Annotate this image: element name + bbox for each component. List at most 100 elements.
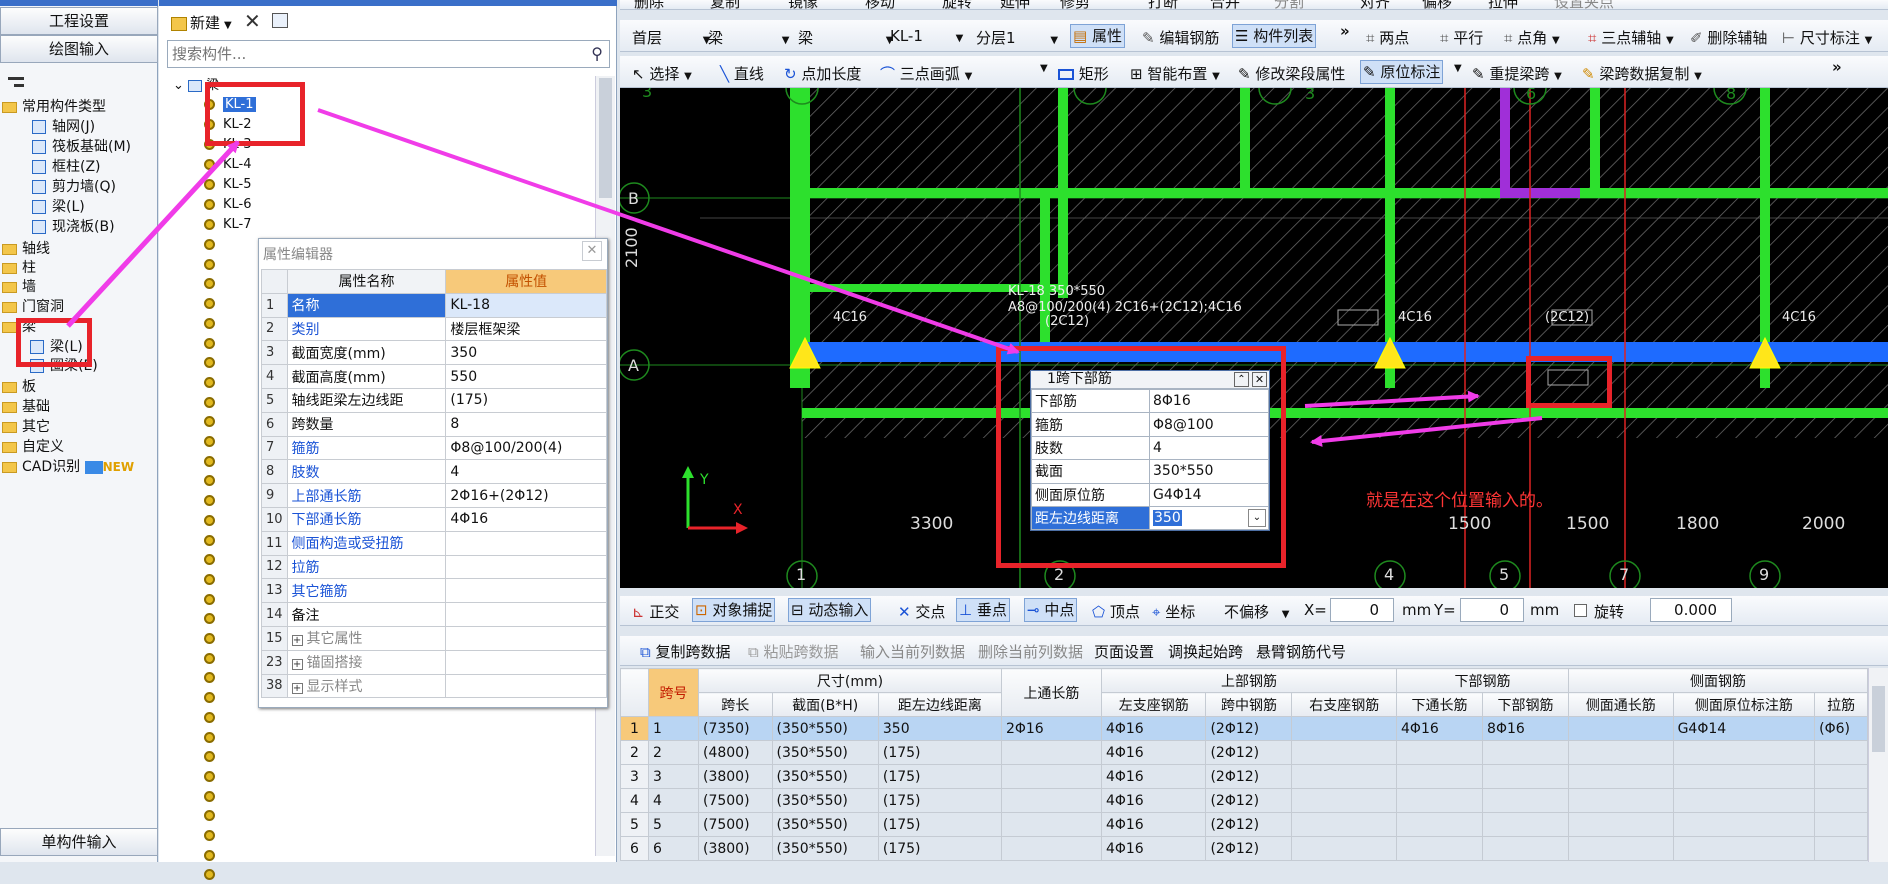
delete-button[interactable]: 删除 (634, 0, 664, 9)
drawing-input-button[interactable]: 绘图输入 (0, 35, 158, 63)
rotate-button[interactable]: 旋转 (942, 0, 972, 9)
property-value[interactable] (445, 554, 607, 580)
col-1[interactable]: 跨长 (698, 692, 773, 717)
three-point-arc-button[interactable]: ⌒ 三点画弧 ▼ (880, 63, 972, 84)
component-item[interactable] (204, 374, 223, 392)
component-item[interactable] (204, 512, 223, 530)
table-row[interactable]: 5 5 (7500) (350*550) (175) 4Φ16 (2Φ12) (620, 812, 1868, 837)
vertex-button[interactable]: ⬠ 顶点 (1092, 601, 1140, 622)
expand-icon[interactable]: + (291, 682, 303, 694)
grid-cell-bot[interactable] (1482, 836, 1570, 861)
col-10[interactable]: 侧面原位标注筋 (1672, 692, 1816, 717)
popup-field-value[interactable]: 4 (1149, 435, 1269, 461)
component-item[interactable] (204, 768, 223, 786)
grid-cell-dist[interactable]: 350 (877, 716, 1002, 741)
grid-cell-right[interactable] (1291, 812, 1398, 837)
paste-span-button[interactable]: ⧉ 粘贴跨数据 (748, 641, 839, 662)
rotate-angle-input[interactable]: 0.000 (1650, 598, 1732, 622)
grid-cell-left[interactable]: 4Φ16 (1100, 716, 1207, 741)
component-item[interactable] (204, 236, 223, 254)
copy-span-button[interactable]: ⧉ 复制跨数据 (640, 641, 731, 662)
select-button[interactable]: ↖ 选择 ▼ (632, 63, 692, 84)
property-row[interactable]: 2 类别 楼层框架梁 (261, 316, 607, 342)
popup-field-value[interactable]: Φ8@100 (1149, 412, 1269, 437)
grid-cell-mid[interactable]: (2Φ12) (1205, 812, 1293, 837)
tree-door-window[interactable]: 门窗洞 (2, 298, 64, 317)
grid-scrollbar[interactable] (1868, 668, 1888, 862)
reextract-span-button[interactable]: ✎ 重提梁跨 ▼ (1472, 63, 1562, 84)
three-point-aux-button[interactable]: ⌗ 三点辅轴 ▼ (1588, 27, 1674, 48)
col-4[interactable]: 左支座钢筋 (1100, 692, 1207, 717)
component-item[interactable] (204, 472, 223, 490)
grid-cell-tie[interactable] (1814, 788, 1868, 813)
grid-cell-span[interactable]: 2 (648, 740, 699, 765)
tree-item-axis-grid[interactable]: 轴网(J) (32, 118, 95, 137)
tree-other[interactable]: 其它 (2, 418, 50, 437)
property-value[interactable]: 8 (445, 411, 607, 437)
property-row[interactable]: 10 下部通长筋 4Φ16 (261, 506, 607, 532)
grid-cell-bthru[interactable]: 4Φ16 (1396, 716, 1484, 741)
point-length-button[interactable]: ↻ 点加长度 (784, 63, 861, 84)
table-row[interactable]: 1 1 (7350) (350*550) 350 2Φ16 4Φ16 (2Φ12) 4Φ16 8Φ… (620, 716, 1868, 741)
grid-cell-mid[interactable]: (2Φ12) (1205, 788, 1293, 813)
component-item[interactable] (204, 335, 223, 353)
expand-icon[interactable]: + (291, 635, 303, 647)
popup-field-value[interactable]: 8Φ16 (1149, 388, 1269, 414)
component-item-kl-5[interactable]: KL-5 (204, 176, 252, 194)
grid-cell-tie[interactable] (1814, 740, 1868, 765)
point-angle-button[interactable]: ⌗ 点角 ▼ (1504, 27, 1560, 48)
offset-select[interactable]: 不偏移 ▼ (1224, 601, 1290, 622)
grid-cell-top[interactable] (1000, 812, 1102, 837)
grid-cell-sthru[interactable] (1568, 740, 1674, 765)
scrollbar-thumb[interactable] (599, 78, 612, 198)
grid-cell-tie[interactable] (1814, 812, 1868, 837)
grid-cell-dist[interactable]: (175) (877, 788, 1002, 813)
grid-cell-right[interactable] (1291, 740, 1398, 765)
component-item[interactable] (204, 394, 223, 412)
popup-field-value[interactable]: G4Φ14 (1149, 482, 1269, 507)
coordinate-button[interactable]: ⌖ 坐标 (1152, 601, 1195, 622)
grid-cell-sthru[interactable] (1568, 716, 1674, 741)
y-coordinate-input[interactable]: 0 (1460, 598, 1524, 622)
original-mark-button[interactable]: ✎ 原位标注 (1360, 60, 1444, 84)
tree-item-shear-wall[interactable]: 剪力墙(Q) (32, 178, 116, 197)
grid-cell-len[interactable]: (7500) (698, 812, 773, 837)
swap-start-span-button[interactable]: 调换起始跨 (1168, 641, 1243, 662)
component-item-kl-4[interactable]: KL-4 (204, 156, 252, 174)
property-row[interactable]: 12 拉筋 (261, 554, 607, 580)
component-item[interactable] (204, 354, 223, 372)
popup-row[interactable]: 下部筋 8Φ16 (1031, 388, 1269, 414)
col-top-through[interactable]: 上通长筋 (1000, 668, 1102, 717)
break-button[interactable]: 打断 (1148, 0, 1178, 9)
component-item[interactable] (204, 866, 223, 884)
col-11[interactable]: 拉筋 (1814, 692, 1868, 717)
tree-cad-recognition[interactable]: CAD识别 NEW (2, 458, 134, 477)
tree-column[interactable]: 柱 (2, 259, 36, 278)
component-item[interactable] (204, 571, 223, 589)
component-item[interactable] (204, 433, 223, 451)
two-point-aux-button[interactable]: ⌗ 两点 (1366, 27, 1409, 48)
popup-row[interactable]: 肢数 4 (1031, 435, 1269, 461)
chevron-down-icon[interactable]: ⌄ (1248, 508, 1266, 527)
close-icon[interactable]: ✕ (582, 241, 602, 261)
tree-item-raft[interactable]: 筏板基础(M) (32, 138, 131, 157)
grid-cell-mid[interactable]: (2Φ12) (1205, 836, 1293, 861)
component-item[interactable] (204, 532, 223, 550)
delete-column-button[interactable]: 删除当前列数据 (978, 641, 1083, 662)
grid-cell-sorig[interactable] (1672, 740, 1816, 765)
grid-cell-dist[interactable]: (175) (877, 836, 1002, 861)
grid-cell-top[interactable] (1000, 764, 1102, 789)
grid-cell-tie[interactable]: (Φ6) (1814, 716, 1868, 741)
tree-item-beam[interactable]: 梁(L) (32, 198, 85, 217)
grid-cell-span[interactable]: 3 (648, 764, 699, 789)
grid-cell-sorig[interactable]: G4Φ14 (1672, 716, 1816, 741)
grid-cell-bot[interactable] (1482, 764, 1570, 789)
smart-layout-button[interactable]: ⊞ 智能布置 ▼ (1130, 63, 1220, 84)
tree-item-slab[interactable]: 现浇板(B) (32, 218, 115, 237)
grid-cell-span[interactable]: 1 (648, 716, 699, 741)
grid-cell-left[interactable]: 4Φ16 (1100, 812, 1207, 837)
col-8[interactable]: 下部钢筋 (1482, 692, 1570, 717)
property-row[interactable]: 23 + 锚固搭接 (261, 649, 607, 675)
component-item[interactable] (204, 689, 223, 707)
component-item[interactable] (204, 551, 223, 569)
